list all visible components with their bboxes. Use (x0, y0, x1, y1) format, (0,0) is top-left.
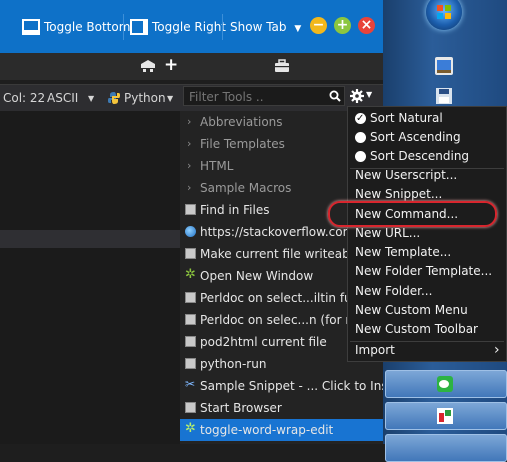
editor-pane[interactable] (0, 111, 180, 444)
folder-label: Abbreviations (200, 115, 283, 129)
chevron-right-icon: › (187, 137, 192, 150)
folder-label: HTML (200, 159, 234, 173)
python-icon (107, 91, 121, 105)
menu-item-label: New Template... (355, 245, 452, 259)
language-selector[interactable]: Python (124, 91, 166, 105)
search-icon[interactable] (329, 90, 341, 102)
filter-tools-field[interactable] (183, 86, 345, 106)
maximize-button[interactable]: + (334, 17, 351, 34)
tool-label: Sample Snippet - ... Click to Insert (200, 379, 383, 393)
radio-checked-icon (355, 109, 366, 128)
highlight-annotation-ring (328, 201, 497, 227)
add-icon[interactable]: + (164, 55, 178, 75)
macro-icon: ✲ (185, 421, 196, 436)
command-icon (185, 336, 196, 347)
chevron-right-icon: › (187, 181, 192, 194)
toolbar-divider (123, 14, 124, 40)
chevron-down-icon: ▼ (366, 90, 373, 99)
menu-item-new-folder[interactable]: New Folder... (348, 282, 506, 301)
globe-icon (185, 226, 196, 237)
chevron-down-icon[interactable]: ▼ (88, 94, 94, 103)
tool-item[interactable]: Start Browser (180, 397, 383, 419)
tool-label: Perldoc on select...iltin func (200, 291, 366, 305)
menu-item-label: Import (355, 343, 395, 357)
chat-bubble-icon (437, 376, 453, 392)
tool-label: Open New Window (200, 269, 314, 283)
tools-options-menu: Sort Natural Sort Ascending Sort Descend… (347, 106, 507, 362)
taskbar-app-button[interactable] (385, 434, 507, 462)
toggle-right-label: Toggle Right (152, 20, 226, 34)
toggle-right-icon (130, 19, 148, 35)
app-window-icon (437, 408, 453, 424)
menu-item-label: Sort Ascending (370, 130, 461, 144)
menu-item-label: New Custom Menu (355, 303, 468, 317)
toolbox-icon[interactable] (274, 59, 290, 73)
menu-item-sort-ascending[interactable]: Sort Ascending (348, 128, 506, 147)
tool-shelf-icon[interactable] (140, 59, 156, 73)
menu-item-new-custom-menu[interactable]: New Custom Menu (348, 301, 506, 320)
windows-logo-icon (437, 5, 451, 19)
close-button[interactable]: × (358, 17, 375, 34)
menu-item-sort-natural[interactable]: Sort Natural (348, 109, 506, 128)
desktop-app-icon[interactable] (435, 57, 453, 75)
show-tab-button[interactable]: Show Tab ▼ (230, 12, 301, 42)
filter-tools-input[interactable] (187, 88, 319, 106)
minimize-button[interactable]: − (310, 17, 327, 34)
folder-label: Sample Macros (200, 181, 292, 195)
toggle-bottom-icon (22, 19, 40, 35)
tool-label: Find in Files (200, 203, 270, 217)
menu-item-label: New Userscript... (355, 168, 458, 182)
menu-item-label: New Folder Template... (355, 264, 493, 278)
show-tab-label: Show Tab (230, 20, 287, 34)
menu-item-import[interactable]: Import › (348, 341, 506, 360)
title-toolbar: Toggle Bottom Toggle Right Show Tab ▼ − … (0, 0, 383, 53)
chevron-right-icon: › (187, 159, 192, 172)
scissors-icon: ✂ (185, 377, 196, 391)
toggle-bottom-label: Toggle Bottom (44, 20, 131, 34)
current-line-highlight (0, 230, 180, 248)
chevron-down-icon[interactable]: ▼ (167, 94, 173, 103)
tool-label: Make current file writeable (200, 247, 361, 261)
floppy-save-icon[interactable] (435, 87, 453, 105)
tool-label: Start Browser (200, 401, 282, 415)
tool-label: pod2html current file (200, 335, 327, 349)
column-indicator: Col: 22 (3, 91, 46, 105)
menu-item-label: New Folder... (355, 284, 433, 298)
command-icon (185, 292, 196, 303)
menu-item-new-folder-template[interactable]: New Folder Template... (348, 262, 506, 281)
panel-toolbar: + (0, 53, 383, 80)
tool-item-selected[interactable]: ✲ toggle-word-wrap-edit (180, 419, 383, 441)
gear-icon (350, 89, 364, 103)
encoding-selector[interactable]: ASCII (47, 91, 78, 105)
menu-item-label: New Custom Toolbar (355, 322, 478, 336)
tools-options-button[interactable]: ▼ (349, 87, 375, 105)
taskbar-app-button[interactable] (385, 402, 507, 430)
menu-item-new-custom-toolbar[interactable]: New Custom Toolbar (348, 320, 506, 339)
chevron-right-icon: › (187, 115, 192, 128)
command-icon (185, 402, 196, 413)
tool-label: python-run (200, 357, 267, 371)
command-icon (185, 248, 196, 259)
menu-item-new-template[interactable]: New Template... (348, 243, 506, 262)
menu-item-label: Sort Natural (370, 111, 443, 125)
macro-icon: ✲ (185, 267, 196, 282)
chevron-down-icon: ▼ (294, 24, 302, 34)
menu-item-label: Sort Descending (370, 149, 470, 163)
radio-icon (355, 132, 366, 143)
folder-label: File Templates (200, 137, 285, 151)
tool-label: toggle-word-wrap-edit (200, 423, 334, 437)
toolbar-divider (222, 14, 223, 40)
command-icon (185, 314, 196, 325)
chevron-right-icon: › (494, 342, 500, 358)
toggle-bottom-button[interactable]: Toggle Bottom (22, 12, 130, 42)
menu-item-new-userscript[interactable]: New Userscript... (348, 166, 506, 185)
toggle-right-button[interactable]: Toggle Right (130, 12, 226, 42)
taskbar-wechat-button[interactable] (385, 370, 507, 398)
command-icon (185, 204, 196, 215)
radio-icon (355, 151, 366, 162)
start-button[interactable] (426, 0, 462, 30)
tool-item[interactable]: ✂ Sample Snippet - ... Click to Insert (180, 375, 383, 397)
menu-item-sort-descending[interactable]: Sort Descending (348, 147, 506, 166)
command-icon (185, 358, 196, 369)
